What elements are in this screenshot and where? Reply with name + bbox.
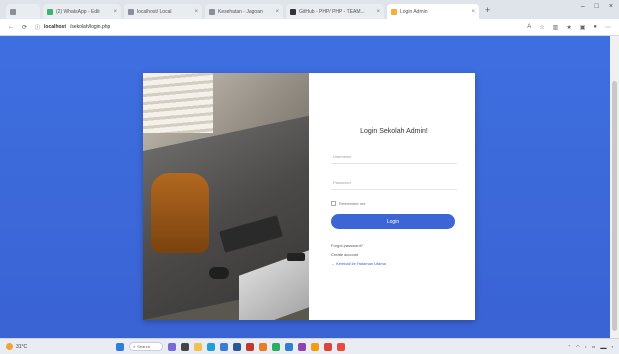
app-icon[interactable] <box>337 342 345 351</box>
username-input[interactable]: Username <box>331 149 457 164</box>
app-icon[interactable] <box>311 342 319 351</box>
tab-favicon-icon <box>10 8 16 15</box>
info-icon[interactable]: ⓘ <box>35 24 40 31</box>
tab-5[interactable]: Login Admin × <box>387 4 479 19</box>
weather-icon <box>6 343 13 350</box>
split-screen-icon[interactable]: ▥ <box>553 24 559 31</box>
file-explorer-icon[interactable] <box>194 342 202 351</box>
login-form: Login Sekolah Admin! Username Password R… <box>309 73 475 320</box>
store-icon[interactable] <box>220 342 228 351</box>
window-controls: – □ × <box>581 3 613 10</box>
windows-start-icon[interactable] <box>116 342 124 351</box>
system-tray: ⌃ ◠ ♪ ▭ ▂▂ ▪ <box>568 344 613 349</box>
tab-3[interactable]: Kesehatan - Jagoan × <box>205 4 283 19</box>
copilot-icon[interactable] <box>168 342 176 351</box>
login-photo <box>143 73 309 320</box>
taskbar: 31°C ⌕ Search ⌃ ◠ ♪ ▭ ▂▂ ▪ <box>0 338 619 354</box>
app-icon[interactable] <box>259 342 267 351</box>
close-icon[interactable]: × <box>275 9 279 15</box>
remember-checkbox[interactable] <box>331 201 336 206</box>
app-icon[interactable] <box>272 342 280 351</box>
url-host: localhost <box>44 24 66 30</box>
search-icon: ⌕ <box>133 344 136 349</box>
login-title: Login Sekolah Admin! <box>360 128 428 135</box>
tab-1[interactable]: (2) WhatsApp - Edit × <box>43 4 121 19</box>
scrollbar[interactable] <box>610 36 619 338</box>
whatsapp-icon <box>47 8 53 15</box>
collections-icon[interactable]: ▣ <box>580 24 586 31</box>
clock[interactable]: ▂▂ <box>600 344 606 349</box>
browser-tab-bar: (2) WhatsApp - Edit × localhost/ Local × K… <box>0 0 619 19</box>
task-view-icon[interactable] <box>181 342 189 351</box>
app-icon[interactable] <box>233 342 241 351</box>
edge-icon[interactable] <box>207 342 215 351</box>
app-icon[interactable] <box>298 342 306 351</box>
url-path: /sekolah/login.php <box>70 24 111 30</box>
close-icon[interactable]: × <box>376 9 380 15</box>
create-account-link[interactable]: Create account <box>331 252 457 257</box>
github-icon <box>290 8 296 15</box>
new-tab-button[interactable]: + <box>485 5 490 15</box>
login-button[interactable]: Login <box>331 214 455 229</box>
chrome-icon[interactable] <box>324 342 332 351</box>
address-bar: ← ⟳ ⓘ localhost/sekolah/login.php A ☆ ▥ … <box>0 19 619 36</box>
browser-toolbar: A ☆ ▥ ★ ▣ ● ⋯ <box>527 24 611 31</box>
login-card: Login Sekolah Admin! Username Password R… <box>143 73 475 320</box>
tab-4[interactable]: GitHub - PHP/ PHP - TEAM... × <box>286 4 384 19</box>
wifi-icon[interactable]: ◠ <box>576 344 580 349</box>
close-icon[interactable]: × <box>194 9 198 15</box>
tab-favicon-icon <box>209 8 215 15</box>
tab-favicon-icon <box>391 8 397 15</box>
login-links: Forgot password? Create account ← Kembal… <box>331 243 457 266</box>
close-icon[interactable]: × <box>113 9 117 15</box>
volume-icon[interactable]: ♪ <box>585 344 587 349</box>
notification-icon[interactable]: ▪ <box>612 344 613 349</box>
battery-icon[interactable]: ▭ <box>592 344 596 349</box>
tray-chevron-icon[interactable]: ⌃ <box>568 344 571 349</box>
vscode-icon[interactable] <box>285 342 293 351</box>
profile-icon[interactable]: ● <box>593 24 597 31</box>
scrollbar-thumb[interactable] <box>612 81 617 331</box>
back-icon[interactable]: ← <box>8 24 14 30</box>
close-icon[interactable]: × <box>471 9 475 15</box>
remember-me[interactable]: Remember me <box>331 201 457 206</box>
app-icon[interactable] <box>246 342 254 351</box>
back-home-link[interactable]: ← Kembali ke Halaman Utama <box>331 261 457 266</box>
favorites-icon[interactable]: ★ <box>566 24 571 31</box>
weather-widget[interactable]: 31°C <box>6 343 116 350</box>
taskbar-apps: ⌕ Search <box>116 342 345 351</box>
tab-0[interactable] <box>6 4 40 19</box>
forgot-password-link[interactable]: Forgot password? <box>331 243 457 248</box>
close-window-button[interactable]: × <box>609 3 613 10</box>
minimize-button[interactable]: – <box>581 3 585 10</box>
tab-2[interactable]: localhost/ Local × <box>124 4 202 19</box>
more-icon[interactable]: ⋯ <box>605 24 611 31</box>
favorite-icon[interactable]: ☆ <box>539 24 544 31</box>
url-field[interactable]: ⓘ localhost/sekolah/login.php <box>35 24 110 31</box>
password-input[interactable]: Password <box>331 175 457 190</box>
taskbar-search[interactable]: ⌕ Search <box>129 342 163 351</box>
reload-icon[interactable]: ⟳ <box>22 24 27 31</box>
tab-favicon-icon <box>128 8 134 15</box>
maximize-button[interactable]: □ <box>595 3 599 10</box>
read-aloud-icon[interactable]: A <box>527 24 531 31</box>
